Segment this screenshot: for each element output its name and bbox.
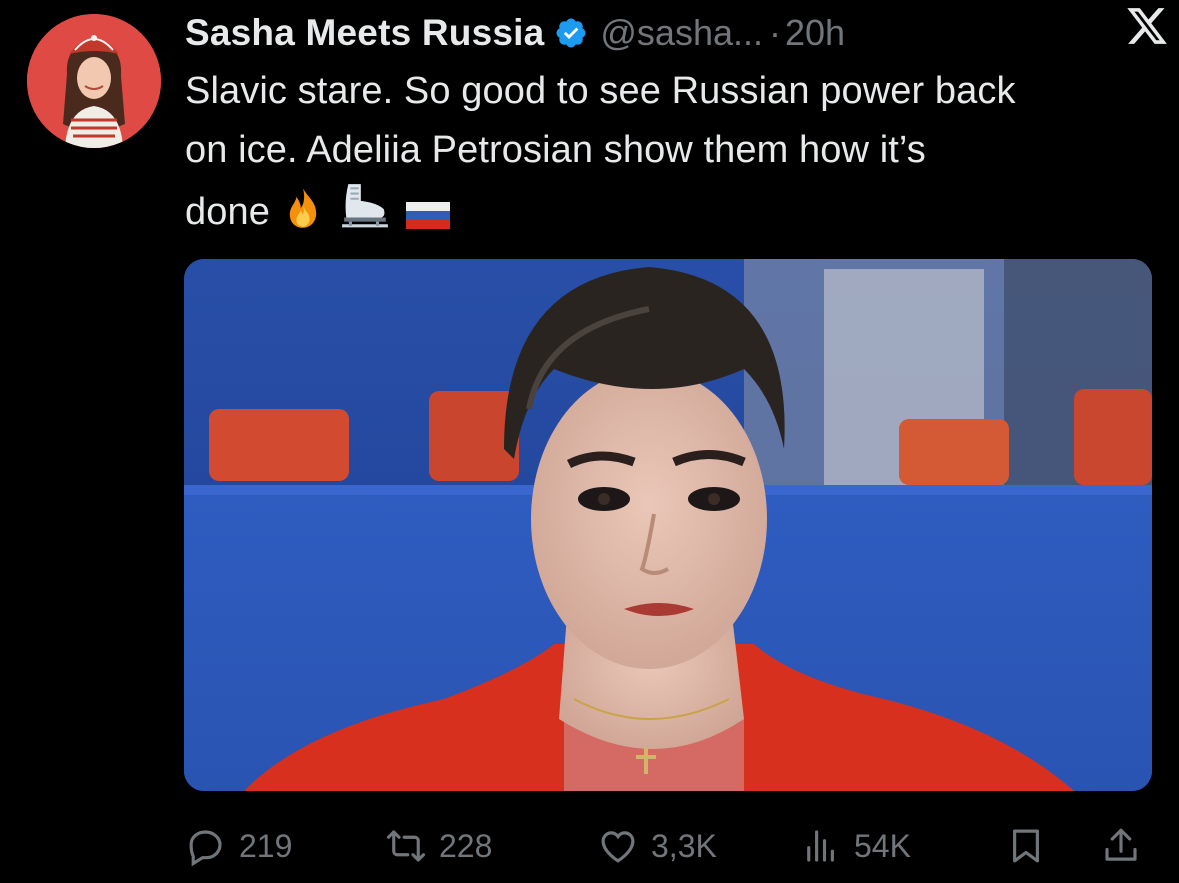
tweet-text-tail: done (185, 191, 270, 233)
action-bar: 219 228 3,3K 54K (185, 818, 1155, 874)
tweet-card[interactable]: Sasha Meets Russia @sasha... · 20h Slavi… (0, 0, 1179, 883)
share-icon (1105, 828, 1137, 861)
tweet-text-line: done (185, 180, 1165, 242)
post-time[interactable]: 20h (785, 12, 845, 54)
views-button[interactable]: 54K (800, 818, 911, 874)
retweet-icon (386, 830, 426, 862)
verified-badge-icon (556, 18, 586, 48)
tweet-text: Slavic stare. So good to see Russian pow… (185, 62, 1165, 242)
display-name[interactable]: Sasha Meets Russia (185, 12, 544, 54)
like-button[interactable]: 3,3K (597, 818, 717, 874)
reply-button[interactable]: 219 (185, 818, 292, 874)
author-handle[interactable]: @sasha... (600, 12, 763, 54)
share-button[interactable] (1100, 818, 1142, 874)
fire-emoji-icon (289, 188, 316, 228)
reply-count: 219 (239, 827, 293, 864)
bookmark-icon (1013, 829, 1039, 863)
tweet-text-line: on ice. Adeliia Petrosian show them how … (185, 129, 926, 171)
view-count: 54K (854, 827, 911, 864)
retweet-button[interactable]: 228 (385, 818, 492, 874)
x-logo-icon (1127, 8, 1167, 44)
tweet-text-line: Slavic stare. So good to see Russian pow… (185, 70, 1016, 112)
like-icon (601, 831, 635, 863)
retweet-count: 228 (439, 827, 493, 864)
reply-icon (189, 830, 222, 867)
like-count: 3,3K (651, 827, 717, 864)
ice-skate-emoji-icon (342, 184, 389, 228)
avatar[interactable] (27, 14, 161, 148)
separator-dot: · (769, 12, 782, 53)
russia-flag-emoji-icon (405, 202, 450, 229)
tweet-header: Sasha Meets Russia @sasha... · 20h (185, 8, 1159, 58)
bookmark-button[interactable] (1005, 818, 1047, 874)
views-icon (807, 830, 834, 862)
tweet-media-image[interactable] (184, 259, 1152, 791)
